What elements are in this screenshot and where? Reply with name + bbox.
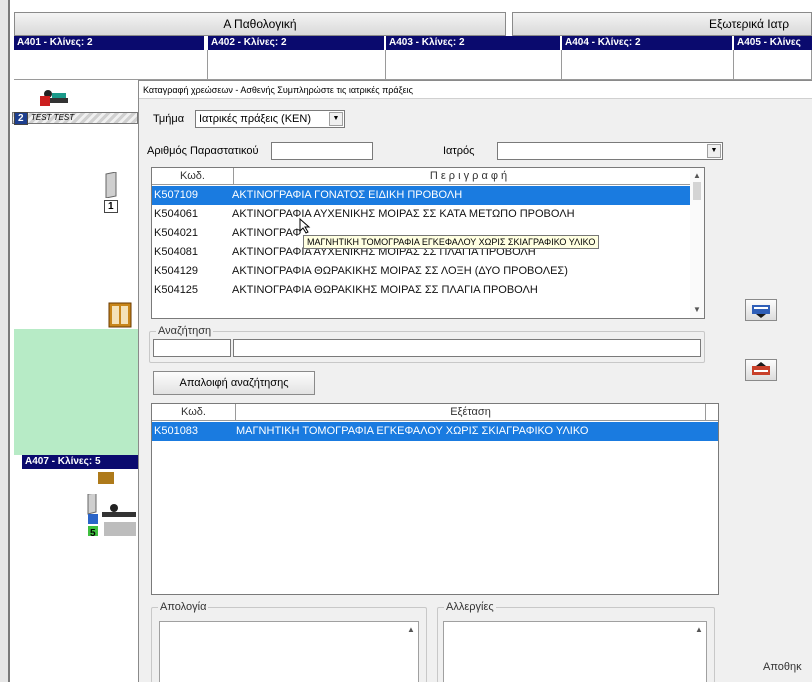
room-header-a401[interactable]: Α401 - Κλίνες: 2 xyxy=(14,36,204,50)
procedures-grid-header: Κωδ. Π ε ρ ι γ ρ α φ ή xyxy=(152,168,704,185)
bed-strip[interactable]: TEST TEST xyxy=(12,112,138,124)
department-label: Τμήμα xyxy=(153,113,185,125)
doc-number-input[interactable] xyxy=(271,142,373,160)
door-icon xyxy=(108,302,132,328)
procedure-row[interactable]: Κ504061 ΑΚΤΙΝΟΓΡΑΦΙΑ ΑΥΧΕΝΙΚΗΣ ΜΟΙΡΑΣ ΣΣ … xyxy=(152,205,690,224)
dialog-title: Καταγραφή χρεώσεων - Ασθενής Συμπληρώστε… xyxy=(139,81,812,99)
save-button[interactable]: Αποθηκ xyxy=(763,661,802,673)
description-tooltip: ΜΑΓΝΗΤΙΚΗ ΤΟΜΟΓΡΑΦΙΑ ΕΓΚΕΦΑΛΟΥ ΧΩΡΙΣ ΣΚΙ… xyxy=(303,235,600,249)
column-header-exam[interactable]: Εξέταση xyxy=(236,404,706,421)
search-text-input[interactable] xyxy=(233,339,701,357)
room-header-a404[interactable]: Α404 - Κλίνες: 2 xyxy=(562,36,732,50)
column-header-description[interactable]: Π ε ρ ι γ ρ α φ ή xyxy=(234,168,704,185)
exam-description: ΜΑΓΝΗΤΙΚΗ ΤΟΜΟΓΡΑΦΙΑ ΕΓΚΕΦΑΛΟΥ ΧΩΡΙΣ ΣΚΙ… xyxy=(236,425,589,437)
procedure-description: ΑΚΤΙΝΟΓΡΑΦΙΑ ΘΩΡΑΚΙΚΗΣ ΜΟΙΡΑΣ ΣΣ ΛΟΞΗ (Δ… xyxy=(232,265,568,277)
procedure-row[interactable]: Κ507109 ΑΚΤΙΝΟΓΡΑΦΙΑ ΓΟΝΑΤΟΣ ΕΙΔΙΚΗ ΠΡΟΒΟ… xyxy=(152,186,690,205)
scroll-up-icon[interactable]: ▲ xyxy=(692,622,706,636)
bed-number: 5 xyxy=(90,528,96,539)
procedure-code: Κ504081 xyxy=(154,246,199,258)
procedure-row[interactable]: Κ504129 ΑΚΤΙΝΟΓΡΑΦΙΑ ΘΩΡΑΚΙΚΗΣ ΜΟΙΡΑΣ ΣΣ … xyxy=(152,262,690,281)
search-code-input[interactable] xyxy=(153,339,231,357)
procedure-code: Κ504125 xyxy=(154,284,199,296)
charges-dialog: Καταγραφή χρεώσεων - Ασθενής Συμπληρώστε… xyxy=(138,80,812,682)
ward-zone xyxy=(14,329,140,455)
room-cell xyxy=(562,50,734,80)
room-cell xyxy=(208,50,386,80)
bed-icon xyxy=(98,472,114,484)
doctor-select[interactable]: ▼ xyxy=(497,142,723,160)
department-select[interactable]: Ιατρικές πράξεις (ΚΕΝ) ▼ xyxy=(195,110,345,128)
transfer-down-icon xyxy=(752,305,770,318)
remove-procedure-button[interactable] xyxy=(745,359,777,381)
scroll-up-icon[interactable]: ▲ xyxy=(404,622,418,636)
transfer-up-icon xyxy=(752,362,770,375)
exam-code: Κ501083 xyxy=(154,425,199,437)
procedure-code: Κ504061 xyxy=(154,208,199,220)
mouse-cursor-icon xyxy=(299,218,311,234)
doc-number-label: Αριθμός Παραστατικού xyxy=(147,145,259,157)
column-header-code[interactable]: Κωδ. xyxy=(152,404,236,421)
clear-search-button[interactable]: Απαλοιφή αναζήτησης xyxy=(153,371,315,395)
room-header-a403[interactable]: Α403 - Κλίνες: 2 xyxy=(386,36,560,50)
chevron-down-icon[interactable]: ▼ xyxy=(329,112,343,126)
column-header-code[interactable]: Κωδ. xyxy=(152,168,234,185)
procedure-description: ΑΚΤΙΝΟΓΡΑΦΙΑ ΘΩΡΑΚΙΚΗΣ ΜΟΙΡΑΣ ΣΣ ΠΛΑΓΙΑ … xyxy=(232,284,538,296)
justification-label: Απολογία xyxy=(158,601,209,613)
procedure-code: Κ504129 xyxy=(154,265,199,277)
department-value: Ιατρικές πράξεις (ΚΕΝ) xyxy=(199,113,312,125)
search-label: Αναζήτηση xyxy=(156,325,214,337)
scroll-down-icon[interactable]: ▼ xyxy=(690,302,704,316)
justification-textarea[interactable]: ▲ xyxy=(159,621,419,682)
tab-external-clinics[interactable]: Εξωτερικά Ιατρ xyxy=(512,12,812,36)
procedure-code: Κ507109 xyxy=(154,189,199,201)
room-header-a407[interactable]: Α407 - Κλίνες: 5 xyxy=(22,455,138,469)
room-header-a405[interactable]: Α405 - Κλίνες xyxy=(734,36,812,50)
room-cell xyxy=(14,50,208,80)
bed-number: 1 xyxy=(104,200,118,213)
room-header-a402[interactable]: Α402 - Κλίνες: 2 xyxy=(208,36,384,50)
bed-patient-name: TEST TEST xyxy=(31,113,75,122)
allergies-textarea[interactable]: ▲ xyxy=(443,621,707,682)
procedures-scrollbar[interactable]: ▲ ▼ xyxy=(690,168,704,318)
chevron-down-icon[interactable]: ▼ xyxy=(707,144,721,158)
room-cell xyxy=(386,50,562,80)
scroll-up-icon[interactable]: ▲ xyxy=(690,168,704,182)
add-procedure-button[interactable] xyxy=(745,299,777,321)
exams-grid-header: Κωδ. Εξέταση xyxy=(152,404,718,421)
procedure-row[interactable]: Κ504125 ΑΚΤΙΝΟΓΡΑΦΙΑ ΘΩΡΑΚΙΚΗΣ ΜΟΙΡΑΣ ΣΣ … xyxy=(152,281,690,300)
scroll-thumb[interactable] xyxy=(693,182,701,200)
bed-number: 2 xyxy=(14,112,28,125)
procedure-description: ΑΚΤΙΝΟΓΡΑΦΙΑ ΓΟΝΑΤΟΣ ΕΙΔΙΚΗ ΠΡΟΒΟΛΗ xyxy=(232,189,463,201)
allergies-label: Αλλεργίες xyxy=(444,601,496,613)
exam-row[interactable]: Κ501083 ΜΑΓΝΗΤΙΚΗ ΤΟΜΟΓΡΑΦΙΑ ΕΓΚΕΦΑΛΟΥ ΧΩ… xyxy=(152,422,718,441)
selected-exams-grid[interactable]: Κωδ. Εξέταση Κ501083 ΜΑΓΝΗΤΙΚΗ ΤΟΜΟΓΡΑΦΙΑ… xyxy=(151,403,719,595)
room-cell xyxy=(734,50,812,80)
tab-pathology[interactable]: Α Παθολογική xyxy=(14,12,506,36)
female-patient-icon xyxy=(40,96,50,106)
doctor-label: Ιατρός xyxy=(443,145,475,157)
procedure-code: Κ504021 xyxy=(154,227,199,239)
empty-bed-icon[interactable] xyxy=(104,171,118,199)
